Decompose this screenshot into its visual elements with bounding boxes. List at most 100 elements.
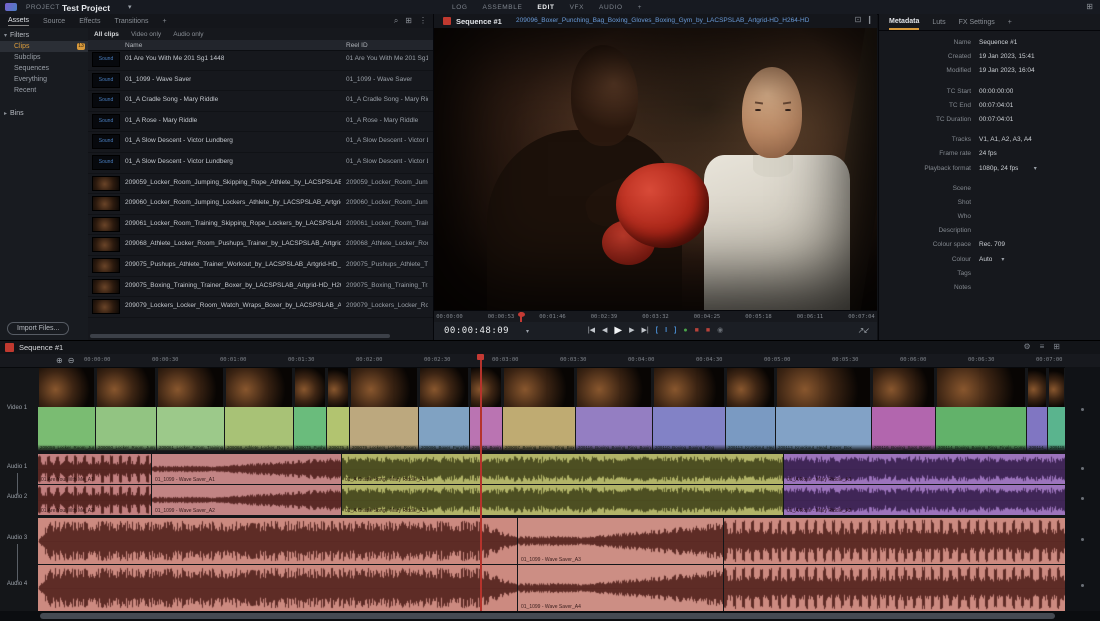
timeline-video-clip[interactable]: 209110_Boxing_Boxing_Ring xyxy=(653,367,725,451)
sidebar-item-sequences[interactable]: Sequences xyxy=(0,63,88,74)
timeline-settings-icon[interactable]: ⚙ xyxy=(1023,342,1030,351)
timeline-video-clip[interactable]: 209068_Athlete_Locker_Room_Pushups xyxy=(225,367,293,451)
bin-tab-source[interactable]: Source xyxy=(43,18,65,25)
timeline-video-clip[interactable]: 209116_Boxing_Spot_Boxer_Po xyxy=(872,367,935,451)
timeline-video-clip[interactable]: 209116_Boxing_Boxing_Ring_Boxing_Gym xyxy=(576,367,652,451)
go-to-start-button[interactable]: |◀ xyxy=(588,324,595,338)
clip-list-row[interactable]: Sound01_1099 - Wave Saver01_1099 - Wave … xyxy=(88,71,433,92)
column-header-name[interactable]: Name xyxy=(125,42,142,49)
timeline-hscrollbar[interactable] xyxy=(40,613,1055,619)
timeline-video-clip[interactable]: 209060_Locker_Room_Jumping xyxy=(96,367,156,451)
fullscreen-icon[interactable]: ↗↙ xyxy=(858,326,869,335)
zoom-in-icon[interactable]: ⊕ xyxy=(56,356,63,365)
track-gutter-dot[interactable] xyxy=(1081,584,1084,587)
voiceover-button[interactable]: ◉ xyxy=(717,324,723,338)
timeline-video-clip[interactable]: 209096_Boxer_Punching_Bag xyxy=(419,367,469,451)
zoom-out-icon[interactable]: ⊖ xyxy=(68,356,75,365)
clip-list-row[interactable]: Sound01_A Rose - Mary Riddle01_A Rose - … xyxy=(88,112,433,133)
dropdown-caret-icon[interactable]: ▾ xyxy=(1001,256,1004,263)
timeline-video-clip[interactable]: 209059_Locker_Room_Jump xyxy=(38,367,95,451)
clip-list-row[interactable]: 209060_Locker_Room_Jumping_Lockers_Athle… xyxy=(88,194,433,215)
clip-list-row[interactable]: 209075_Pushups_Athlete_Trainer_Workout_b… xyxy=(88,256,433,277)
timeline-sequence-title[interactable]: Sequence #1 xyxy=(19,343,63,352)
step-forward-button[interactable]: ▶ xyxy=(629,324,634,338)
popout-icon[interactable]: ⊡ xyxy=(855,15,862,24)
clip-list-row[interactable]: Sound01_A Slow Descent - Victor Lundberg… xyxy=(88,132,433,153)
clip-list-row[interactable]: Sound01 Are You With Me 201 Sg1 144801 A… xyxy=(88,50,433,71)
clip-list-hscrollbar[interactable] xyxy=(90,334,390,338)
timeline-audio-clip[interactable] xyxy=(38,565,517,611)
timeline-video-clip[interactable]: 209079_Lockers_Locker_Room_W xyxy=(350,367,418,451)
workspace-tab-assemble[interactable]: ASSEMBLE xyxy=(483,4,523,11)
track-gutter-dot[interactable] xyxy=(1081,408,1084,411)
view-tab-audio-only[interactable]: Audio only xyxy=(173,31,203,38)
clip-list-row[interactable]: 209075_Boxing_Training_Trainer_Boxer_by_… xyxy=(88,277,433,298)
timeline-tracks-icon[interactable]: ≡ xyxy=(1040,342,1045,351)
bin-tab-effects[interactable]: Effects xyxy=(79,18,100,25)
search-icon[interactable]: ⌕ xyxy=(394,15,398,27)
track-gutter-dot[interactable] xyxy=(1081,467,1084,470)
filters-header[interactable]: ▾ Filters xyxy=(0,28,88,41)
metadata-tab-luts[interactable]: Luts xyxy=(932,16,945,29)
timeline-audio-clip[interactable]: 01 Are You With Me_A2 xyxy=(38,485,151,515)
timeline-audio-clip[interactable] xyxy=(724,565,1065,611)
layout-icon[interactable]: ⊞ xyxy=(1086,2,1093,11)
expand-triangle-icon[interactable]: ▸ xyxy=(4,110,7,117)
timeline-video-clip[interactable]: 209075_Boxing_Tr xyxy=(327,367,349,451)
mark-in-button[interactable]: [ xyxy=(656,324,658,338)
track-gutter-dot[interactable] xyxy=(1081,538,1084,541)
timeline-audio-clip[interactable]: 01_1099 - Wave Saver_A1 xyxy=(152,454,341,484)
insert-edit-button[interactable]: ● xyxy=(683,324,687,338)
sidebar-item-everything[interactable]: Everything xyxy=(0,74,88,85)
collapse-triangle-icon[interactable]: ▾ xyxy=(4,32,7,39)
clip-list-row[interactable]: 209061_Locker_Room_Training_Skipping_Rop… xyxy=(88,215,433,236)
timeline-playhead[interactable] xyxy=(480,354,482,611)
metadata-field-value[interactable]: Auto xyxy=(979,256,992,263)
timeline-audio-clip[interactable]: 01_1099 - Wave Saver_A2 xyxy=(152,485,341,515)
workspace-tab-edit[interactable]: EDIT xyxy=(537,4,554,11)
track-label-video-1[interactable]: Video 1 xyxy=(0,405,34,411)
timeline-audio-clip[interactable]: 01_A Cradle Song - Mary Riddle_A1 xyxy=(342,454,783,484)
timeline-video-clip[interactable]: 209113_Knockout_Head xyxy=(726,367,775,451)
kebab-menu-icon[interactable]: ⋮ xyxy=(419,15,427,27)
clip-list-row[interactable]: 209079_Lockers_Locker_Room_Watch_Wraps_B… xyxy=(88,297,433,318)
metadata-tab-fx-settings[interactable]: FX Settings xyxy=(959,16,995,29)
timeline-audio-clip[interactable]: 01_A Rose - Mary Riddle_A1 xyxy=(784,454,1065,484)
tile-view-icon[interactable]: ⊞ xyxy=(405,15,412,27)
project-name[interactable]: Test Project xyxy=(62,3,110,13)
timeline-audio-clip[interactable] xyxy=(724,518,1065,564)
bin-tab-transitions[interactable]: Transitions xyxy=(114,18,148,25)
playhead-handle[interactable] xyxy=(477,354,484,360)
timeline-audio-clip[interactable]: 01_1099 - Wave Saver_A4 xyxy=(518,565,723,611)
timeline-audio-clip[interactable]: 01_1099 - Wave Saver_A3 xyxy=(518,518,723,564)
play-button[interactable]: ▶ xyxy=(614,324,622,338)
clip-list-row[interactable]: 209059_Locker_Room_Jumping_Skipping_Rope… xyxy=(88,174,433,195)
sidebar-item-subclips[interactable]: Subclips xyxy=(0,52,88,63)
track-gutter-dot[interactable] xyxy=(1081,497,1084,500)
replace-edit-button[interactable]: ■ xyxy=(695,324,699,338)
timeline-video-clip[interactable]: 209061_Locker_Room_Training_Sk xyxy=(157,367,224,451)
step-back-button[interactable]: ◀ xyxy=(602,324,607,338)
timecode-display[interactable]: 00:00:48:09 xyxy=(444,326,509,336)
timeline-video-clip[interactable]: 209115_B xyxy=(1048,367,1065,451)
timeline-video-clip[interactable]: 209114_Boxing_Boxing_Ring_Finals_Competi… xyxy=(936,367,1026,451)
viewer-video[interactable] xyxy=(434,28,877,310)
timeline-grid-icon[interactable]: ⊞ xyxy=(1053,342,1060,351)
sidebar-item-recent[interactable]: Recent xyxy=(0,85,88,96)
workspace-tab-log[interactable]: LOG xyxy=(452,4,468,11)
bin-tab-[interactable]: + xyxy=(162,18,166,25)
metadata-field-value[interactable]: 1080p, 24 fps xyxy=(979,165,1018,172)
go-to-end-button[interactable]: ▶| xyxy=(642,324,649,338)
workspace-tab-audio[interactable]: AUDIO xyxy=(599,4,623,11)
sidebar-item-clips[interactable]: Clips13 xyxy=(0,41,88,52)
mark-out-button[interactable]: ] xyxy=(674,324,676,338)
timeline-ruler[interactable]: ⊕ ⊖ 00:00:0000:00:3000:01:0000:01:3000:0… xyxy=(0,354,1100,368)
timeline-video-clip[interactable]: 209114_B xyxy=(1027,367,1047,451)
bins-header[interactable]: ▸ Bins xyxy=(0,106,88,119)
track-label-audio-3[interactable]: Audio 3 xyxy=(0,535,34,541)
timeline-video-clip[interactable]: 209113_Knockout_Head_Boxer_Box xyxy=(776,367,871,451)
column-header-reel[interactable]: Reel ID xyxy=(346,42,368,49)
timecode-caret-icon[interactable]: ▾ xyxy=(526,328,529,335)
timeline-audio-clip[interactable]: 01_A Cradle Song - Mary Riddle_A2 xyxy=(342,485,783,515)
dropdown-caret-icon[interactable]: ▾ xyxy=(1034,165,1037,172)
